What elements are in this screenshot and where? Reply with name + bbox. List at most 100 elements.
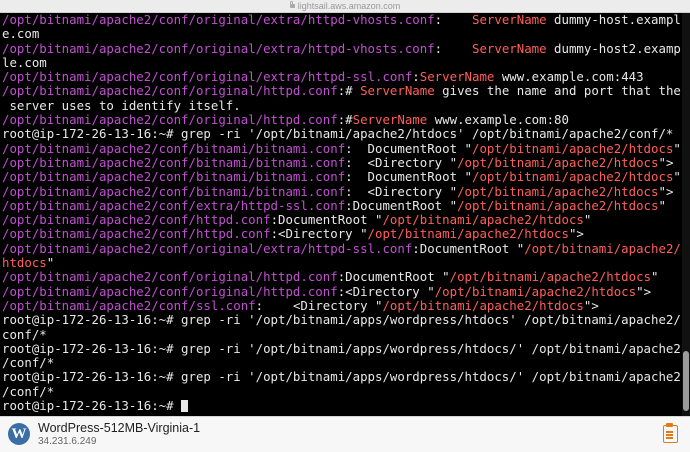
terminal-line: /opt/bitnami/apache2/conf/original/extra… [2,70,681,84]
terminal-line: /opt/bitnami/apache2/conf/bitnami/bitnam… [2,170,681,184]
terminal-text: www.example.com:80 [427,112,569,128]
terminal-text: :DocumentRoot " [337,269,450,285]
terminal-text: :DocumentRoot " [270,212,383,228]
terminal-window[interactable]: /opt/bitnami/apache2/conf/original/extra… [0,13,690,416]
match-text: /opt/bitnami/apache2/htdocs [457,197,659,213]
terminal-text: dummy-host2.examp [546,40,681,56]
terminal-line: /conf/* [2,383,681,399]
terminal-line: /opt/bitnami/apache2/conf/extra/httpd-ss… [2,197,681,213]
scrollbar-thumb[interactable] [683,351,689,411]
terminal-text: " [651,269,659,285]
file-path: /opt/bitnami/apache2/conf/original/extra… [2,240,413,256]
match-text: /opt/bitnami/apache2/htdocs [434,283,637,299]
terminal-text: " [673,140,681,156]
file-path: /opt/bitnami/apache2/conf/bitnami/bitnam… [2,183,346,199]
terminal-text: /conf/* [2,383,55,399]
terminal-text: root@ip-172-26-13-16:~# grep -ri '/opt/b… [2,369,681,385]
terminal-text: :DocumentRoot " [345,197,458,213]
terminal-line: root@ip-172-26-13-16:~# grep -ri '/opt/b… [2,340,681,356]
match-text: ServerName [360,83,435,99]
file-path: /opt/bitnami/apache2/conf/original/extra… [2,69,413,85]
terminal-text: :<Directory " [270,226,368,242]
terminal-line: /opt/bitnami/apache2/conf/original/httpd… [2,112,681,128]
file-path: /opt/bitnami/apache2/conf/httpd.conf [2,226,271,242]
terminal-text: : <Directory " [345,154,458,170]
terminal-text: root@ip-172-26-13-16:~# [2,398,182,414]
file-path: /opt/bitnami/apache2/conf/original/httpd… [2,283,338,299]
instance-ip: 34.231.6.249 [38,436,97,447]
terminal-line: /opt/bitnami/apache2/conf/original/extra… [2,240,681,256]
instance-footer: W WordPress-512MB-Virginia-1 34.231.6.24… [0,416,690,452]
clipboard-icon[interactable] [663,423,678,443]
address-bar-url: lightsail.aws.amazon.com [297,1,401,11]
file-path: /opt/bitnami/apache2/conf/original/httpd… [2,83,338,99]
terminal-line: /opt/bitnami/apache2/conf/bitnami/bitnam… [2,154,681,170]
match-text: htdocs [2,255,47,271]
terminal-line: /opt/bitnami/apache2/conf/original/httpd… [2,270,681,284]
terminal-text: conf/* [2,326,47,342]
terminal-line: /opt/bitnami/apache2/conf/httpd.conf:Doc… [2,213,681,227]
terminal-line: /opt/bitnami/apache2/conf/original/httpd… [2,283,681,299]
terminal-text: : <Directory " [255,297,383,313]
match-text: /opt/bitnami/apache2/htdocs [449,269,652,285]
terminal-output: /opt/bitnami/apache2/conf/original/extra… [2,13,681,413]
match-text: /opt/bitnami/apache2/htdocs [471,169,674,185]
file-path: /opt/bitnami/apache2/conf/bitnami/bitnam… [2,154,346,170]
terminal-text: : [434,40,472,56]
terminal-text: server uses to identify itself. [2,97,241,113]
terminal-line: root@ip-172-26-13-16:~# grep -ri '/opt/b… [2,127,681,141]
match-text: /opt/bitnami/apache2/htdocs [382,297,584,313]
terminal-text: "> [636,283,652,299]
terminal-text: : <Directory " [345,183,458,199]
terminal-text: " [583,212,592,228]
file-path: /opt/bitnami/apache2/conf/ssl.conf [2,297,256,313]
terminal-text: : DocumentRoot " [345,140,472,156]
match-text: /opt/bitnami/apache2/htdocs [367,226,569,242]
terminal-text: "> [568,226,584,242]
match-text: ServerName [471,13,547,27]
terminal-text: " [673,169,681,185]
terminal-text: root@ip-172-26-13-16:~# grep -ri '/opt/b… [2,312,681,328]
terminal-line: /opt/bitnami/apache2/conf/bitnami/bitnam… [2,183,681,199]
terminal-text: "> [658,183,674,199]
match-text: /opt/bitnami/apache2/ [524,240,681,256]
terminal-line: root@ip-172-26-13-16:~# grep -ri '/opt/b… [2,370,681,384]
terminal-line: /opt/bitnami/apache2/conf/httpd.conf:<Di… [2,227,681,241]
terminal-text: :<Directory " [337,283,435,299]
file-path: /opt/bitnami/apache2/conf/bitnami/bitnam… [2,169,346,185]
terminal-line: root@ip-172-26-13-16:~# [2,398,681,414]
match-text: /opt/bitnami/apache2/htdocs [382,212,584,228]
terminal-text: :# [337,112,353,128]
terminal-text: www.example.com:443 [494,69,644,85]
terminal-text: gives the name and port that the [434,83,681,99]
terminal-line: le.com [2,54,681,70]
terminal-line: /opt/bitnami/apache2/conf/bitnami/bitnam… [2,140,681,156]
terminal-line: htdocs" [2,255,681,271]
address-bar[interactable]: lightsail.aws.amazon.com [0,0,690,13]
match-text: ServerName [471,40,547,56]
instance-name: WordPress-512MB-Virginia-1 [38,421,201,435]
terminal-line: root@ip-172-26-13-16:~# grep -ri '/opt/b… [2,313,681,327]
file-path: /opt/bitnami/apache2/conf/original/httpd… [2,112,338,128]
terminal-text: dummy-host.exampl [546,13,681,27]
browser-window: lightsail.aws.amazon.com /opt/bitnami/ap… [0,0,690,452]
terminal-text: le.com [2,54,47,70]
match-text: ServerName [352,112,428,128]
match-text: /opt/bitnami/apache2/htdocs [471,140,674,156]
wordpress-logo-icon: W [8,423,30,445]
file-path: /opt/bitnami/apache2/conf/original/httpd… [2,269,338,285]
terminal-text: root@ip-172-26-13-16:~# grep -ri '/opt/b… [2,340,681,356]
terminal-text: " [46,255,55,271]
terminal-text: e.com [2,26,40,42]
terminal-text: /conf/* [2,355,55,371]
match-text: /opt/bitnami/apache2/htdocs [457,154,659,170]
terminal-text: " [658,197,666,213]
terminal-line: /opt/bitnami/apache2/conf/original/extra… [2,40,681,56]
terminal-text: "> [658,154,674,170]
terminal-scrollbar[interactable] [682,13,690,416]
terminal-text: root@ip-172-26-13-16:~# grep -ri '/opt/b… [2,126,674,142]
file-path: /opt/bitnami/apache2/conf/original/extra… [2,13,435,27]
terminal-line: /opt/bitnami/apache2/conf/original/httpd… [2,84,681,98]
terminal-line: server uses to identify itself. [2,97,681,113]
terminal-line: conf/* [2,326,681,342]
